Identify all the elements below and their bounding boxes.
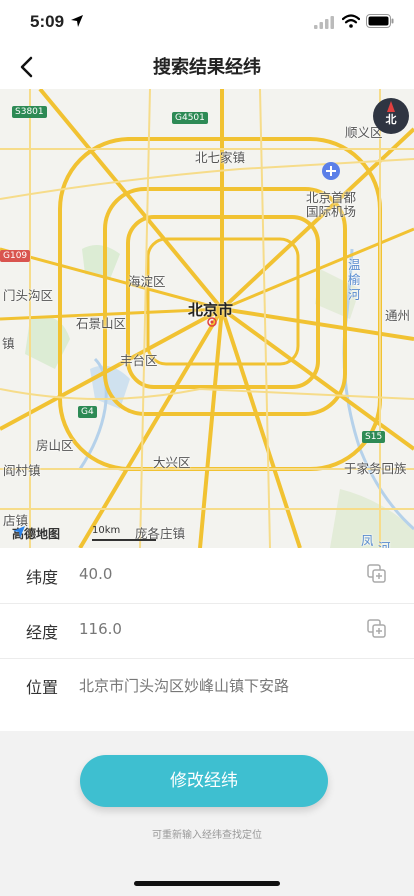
status-bar: 5:09 xyxy=(0,0,414,44)
map-label: 凤 xyxy=(361,533,374,548)
map-label: 于家务回族 xyxy=(344,461,407,476)
cellular-signal-icon xyxy=(314,16,334,29)
map-label: 石景山区 xyxy=(76,316,127,331)
location-arrow-icon xyxy=(71,15,83,27)
map-label: 海淀区 xyxy=(128,274,166,289)
map-label: 房山区 xyxy=(36,438,74,453)
compass-button[interactable]: 北 xyxy=(373,98,409,134)
location-row: 位置 北京市门头沟区妙峰山镇下安路 xyxy=(0,658,414,713)
map-scale-bar xyxy=(92,539,156,541)
road-badge: G4501 xyxy=(172,112,208,124)
longitude-label: 经度 xyxy=(26,623,59,642)
map-label: 丰台区 xyxy=(120,353,158,368)
longitude-row: 经度 116.0 xyxy=(0,603,414,659)
status-time: 5:09 xyxy=(30,12,65,31)
copy-icon[interactable] xyxy=(367,564,387,584)
map-label: 镇 xyxy=(2,336,15,351)
home-indicator[interactable] xyxy=(134,881,280,886)
map-label: 通州 xyxy=(385,308,411,323)
location-value: 北京市门头沟区妙峰山镇下安路 xyxy=(79,677,290,695)
battery-icon xyxy=(366,14,394,28)
nav-bar: 搜索结果经纬 xyxy=(0,44,414,89)
latitude-row: 纬度 40.0 xyxy=(0,548,414,604)
map-label: 河 xyxy=(378,540,391,548)
compass-label: 北 xyxy=(385,113,397,126)
map-label: 阎村镇 xyxy=(3,463,41,478)
map-view[interactable]: 顺义区 北七家镇 北京首都 国际机场 温 榆 河 门头沟区 海淀区 石景山区 通… xyxy=(0,89,414,548)
road-badge: S3801 xyxy=(12,106,47,118)
map-label: 河 xyxy=(348,287,361,302)
location-label: 位置 xyxy=(26,678,59,697)
hint-text: 可重新输入经纬查找定位 xyxy=(152,830,262,841)
city-label: 北京市 xyxy=(188,301,234,319)
road-badge: G109 xyxy=(0,250,31,262)
map-label: 大兴区 xyxy=(153,455,191,470)
latitude-label: 纬度 xyxy=(26,568,59,587)
navigation-arrow-icon xyxy=(13,526,25,538)
map-logo: 高德地图 xyxy=(12,525,60,542)
edit-coordinates-button[interactable]: 修改经纬 xyxy=(80,755,328,807)
map-label: 国际机场 xyxy=(306,204,357,219)
map-scale-label: 10km xyxy=(92,525,121,536)
road-badge: G4 xyxy=(78,406,97,418)
map-label: 北七家镇 xyxy=(195,150,246,165)
road-badge: S15 xyxy=(362,431,386,443)
page-title: 搜索结果经纬 xyxy=(153,57,261,78)
wifi-icon xyxy=(342,14,360,28)
latitude-value: 40.0 xyxy=(79,565,113,583)
bottom-panel: 修改经纬 可重新输入经纬查找定位 xyxy=(0,731,414,896)
longitude-value: 116.0 xyxy=(79,620,122,638)
copy-icon[interactable] xyxy=(367,619,387,639)
map-label: 门头沟区 xyxy=(3,288,54,303)
